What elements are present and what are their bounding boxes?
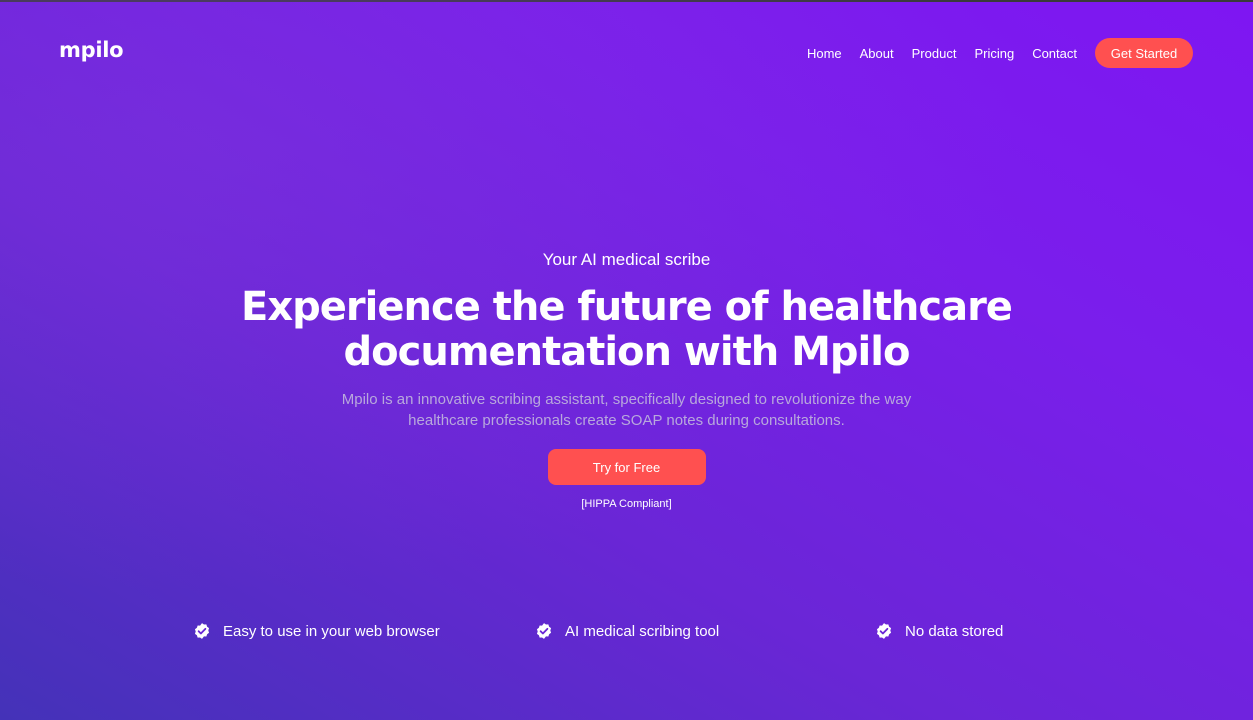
nav-product-link[interactable]: Product	[912, 46, 957, 61]
feature-item-browser: Easy to use in your web browser	[193, 620, 440, 642]
try-for-free-button[interactable]: Try for Free	[547, 449, 706, 485]
get-started-button[interactable]: Get Started	[1095, 38, 1193, 68]
feature-label: Easy to use in your web browser	[223, 622, 440, 640]
hero-eyebrow: Your AI medical scribe	[542, 250, 711, 269]
feature-item-no-data: No data stored	[875, 620, 1003, 642]
feature-label: No data stored	[905, 622, 1004, 640]
hero-section: Your AI medical scribe Experience the fu…	[0, 249, 1253, 510]
hero-headline: Experience the future of healthcare docu…	[241, 284, 1013, 375]
nav-contact-link[interactable]: Contact	[1032, 46, 1077, 61]
check-badge-icon	[193, 622, 211, 640]
feature-list: Easy to use in your web browser AI medic…	[0, 620, 1253, 642]
nav-home-link[interactable]: Home	[807, 46, 842, 61]
nav-about-link[interactable]: About	[860, 46, 894, 61]
nav-pricing-link[interactable]: Pricing	[974, 46, 1014, 61]
logo[interactable]: mpilo	[59, 38, 124, 62]
main-nav: Home About Product Pricing Contact Get S…	[807, 38, 1193, 68]
hero-description: Mpilo is an innovative scribing assistan…	[341, 391, 912, 429]
feature-label: AI medical scribing tool	[565, 622, 720, 640]
top-border	[0, 0, 1253, 2]
check-badge-icon	[535, 622, 553, 640]
check-badge-icon	[875, 622, 893, 640]
feature-item-ai-scribe: AI medical scribing tool	[535, 620, 719, 642]
compliance-note: [HIPPA Compliant]	[581, 498, 672, 510]
